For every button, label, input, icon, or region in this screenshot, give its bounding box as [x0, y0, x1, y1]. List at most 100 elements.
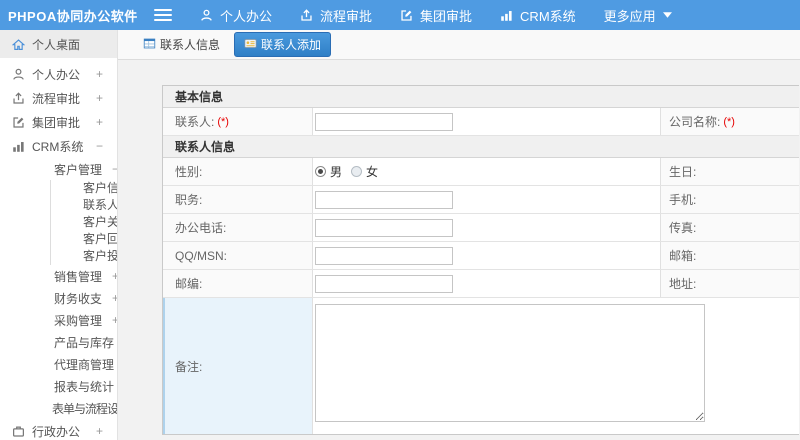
table-icon	[143, 37, 156, 53]
sidebar-item-contacts[interactable]: 联系人	[51, 197, 117, 214]
contact-card-icon	[244, 37, 257, 53]
topmenu-crm-system[interactable]: CRM系统	[500, 6, 576, 25]
upload-icon	[12, 91, 25, 105]
expand-toggle[interactable]: +	[96, 115, 105, 129]
bar-chart-icon	[500, 9, 513, 22]
required-marker: (*)	[217, 115, 229, 128]
field-label: 手机:	[661, 186, 799, 213]
bar-chart-icon	[12, 140, 25, 153]
sidebar-item-label: 行政办公	[32, 424, 81, 439]
customer-submenu: 客户信息 联系人 客户关怀 客户回访 客户投诉	[50, 180, 117, 265]
topmenu-label: 流程审批	[320, 8, 373, 24]
radio-male-label: 男	[330, 165, 343, 179]
sidebar-item-admin-office[interactable]: 行政办公 +	[0, 419, 117, 440]
field-label: 办公电话:	[163, 214, 313, 241]
required-marker: (*)	[723, 115, 735, 128]
sidebar-item-label: 产品与库存	[54, 335, 115, 350]
expand-toggle[interactable]: +	[96, 67, 105, 81]
topmenu-label: CRM系统	[520, 8, 576, 24]
sidebar-item-crm-system[interactable]: CRM系统 −	[0, 134, 117, 158]
content-area: 联系人信息 联系人添加 基本信息 联系人: (*) 公司名称: (*) 联系人信…	[118, 30, 800, 440]
sidebar-item-customer-revisit[interactable]: 客户回访	[51, 231, 117, 248]
caret-down-icon	[662, 12, 672, 18]
sidebar-item-label: 表单与流程设置	[52, 401, 118, 416]
topmenu-label: 个人办公	[220, 8, 273, 24]
sidebar-item-customer-complaint[interactable]: 客户投诉	[51, 248, 117, 265]
sidebar-item-label: 销售管理	[54, 269, 103, 284]
form-row-zip: 邮编: 地址:	[163, 270, 799, 298]
radio-female-label: 女	[366, 165, 379, 179]
form-row-remark: 备注:	[163, 298, 799, 434]
sidebar-item-customer-management[interactable]: 客户管理 −	[0, 158, 117, 180]
field-label: 公司名称: (*)	[661, 108, 799, 135]
sidebar-item-process-approval[interactable]: 流程审批 +	[0, 86, 117, 110]
sidebar-item-label: 财务收支	[54, 291, 103, 306]
user-icon	[200, 9, 213, 22]
user-icon	[12, 68, 25, 81]
form-row-qq-msn: QQ/MSN: 邮箱:	[163, 242, 799, 270]
form-row-office-phone: 办公电话: 传真:	[163, 214, 799, 242]
sidebar-item-agent-management[interactable]: 代理商管理 +	[0, 353, 117, 375]
contact-name-input[interactable]	[315, 112, 453, 131]
field-label: 备注:	[163, 298, 313, 434]
topmenu-process-approval[interactable]: 流程审批	[300, 6, 372, 25]
topmenu-group-approval[interactable]: 集团审批	[400, 6, 472, 25]
field-label: 生日:	[661, 158, 799, 185]
sidebar-item-customer-info[interactable]: 客户信息	[51, 180, 117, 197]
sidebar-item-personal-desktop[interactable]: 个人桌面	[0, 30, 117, 58]
field-label: 性别:	[163, 158, 313, 185]
contact-add-form: 基本信息 联系人: (*) 公司名称: (*) 联系人信息 性别: 男 女 生日…	[162, 85, 799, 435]
sidebar-item-reports-statistics[interactable]: 报表与统计	[0, 375, 117, 397]
expand-toggle[interactable]: +	[96, 91, 105, 105]
field-label: 邮箱:	[661, 242, 799, 269]
office-phone-input[interactable]	[315, 218, 453, 237]
sidebar-item-label: 流程审批	[32, 91, 81, 106]
field-label: 传真:	[661, 214, 799, 241]
sidebar-item-label: 报表与统计	[54, 379, 115, 394]
field-cell: 男 女	[313, 158, 661, 185]
upload-icon	[300, 8, 313, 22]
top-bar: PHPOA协同办公软件 个人办公 流程审批 集团审批 CRM系统 更多应用	[0, 0, 800, 30]
section-header-basic-info: 基本信息	[163, 86, 799, 108]
expand-toggle[interactable]: +	[96, 424, 105, 438]
sidebar-item-finance[interactable]: 财务收支 +	[0, 287, 117, 309]
sidebar-item-sales-management[interactable]: 销售管理 +	[0, 265, 117, 287]
topmenu-personal-office[interactable]: 个人办公	[200, 6, 272, 25]
sidebar-item-customer-care[interactable]: 客户关怀	[51, 214, 117, 231]
collapse-toggle[interactable]: −	[96, 139, 105, 153]
gender-radio-group: 男 女	[315, 163, 378, 180]
field-label: 联系人: (*)	[163, 108, 313, 135]
remark-textarea[interactable]	[315, 304, 705, 422]
tab-label: 联系人信息	[160, 38, 221, 52]
sidebar-item-form-flow-settings[interactable]: 表单与流程设置 +	[0, 397, 117, 419]
sidebar-item-purchase-management[interactable]: 采购管理 +	[0, 309, 117, 331]
field-label: 邮编:	[163, 270, 313, 297]
tab-contact-info[interactable]: 联系人信息	[137, 33, 226, 56]
zip-code-input[interactable]	[315, 274, 453, 293]
radio-female[interactable]	[351, 166, 363, 177]
sidebar-item-label: 代理商管理	[54, 357, 115, 372]
sidebar: 个人桌面 个人办公 + 流程审批 + 集团审批 + CRM系统 − 客户管理 −	[0, 30, 118, 440]
field-label: 职务:	[163, 186, 313, 213]
hamburger-menu-icon[interactable]	[154, 9, 172, 21]
sidebar-item-group-approval[interactable]: 集团审批 +	[0, 110, 117, 134]
topmenu-label: 更多应用	[603, 8, 656, 24]
tab-contact-add[interactable]: 联系人添加	[234, 32, 332, 57]
sidebar-item-products-inventory[interactable]: 产品与库存 +	[0, 331, 117, 353]
position-input[interactable]	[315, 190, 453, 209]
field-label: QQ/MSN:	[163, 242, 313, 269]
sidebar-item-label: 个人桌面	[32, 37, 81, 52]
briefcase-icon	[12, 425, 25, 438]
tab-label: 联系人添加	[261, 38, 322, 52]
radio-male[interactable]	[315, 166, 326, 177]
sidebar-item-label: 集团审批	[32, 115, 81, 130]
field-label: 地址:	[661, 270, 799, 297]
sidebar-item-personal-office[interactable]: 个人办公 +	[0, 62, 117, 86]
field-cell	[313, 108, 661, 135]
top-menu: 个人办公 流程审批 集团审批 CRM系统 更多应用	[200, 6, 672, 25]
qq-msn-input[interactable]	[315, 246, 453, 265]
field-cell	[313, 214, 661, 241]
field-cell	[313, 270, 661, 297]
field-cell	[313, 298, 799, 434]
topmenu-more-apps[interactable]: 更多应用	[604, 6, 672, 25]
